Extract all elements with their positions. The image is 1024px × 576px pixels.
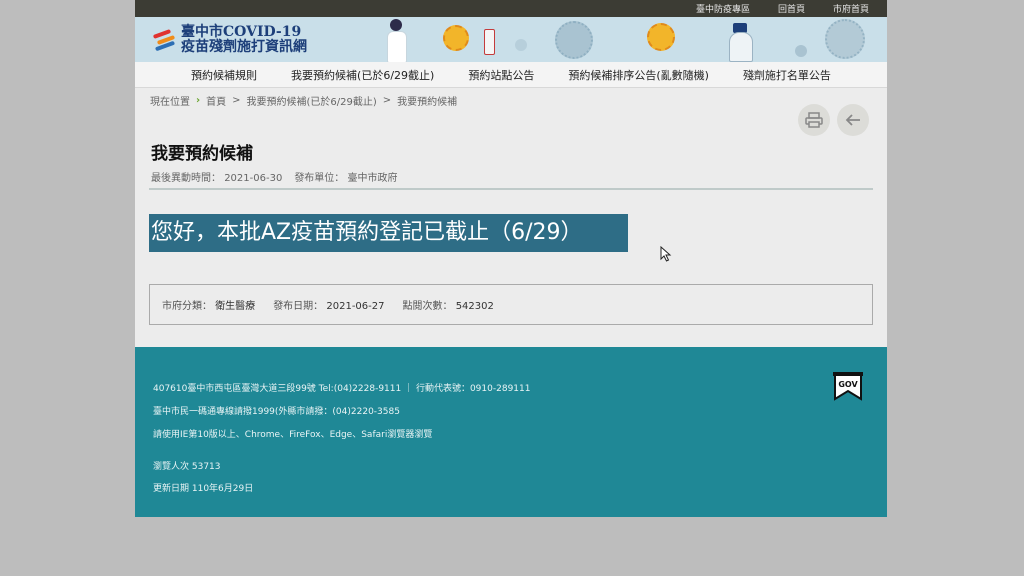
breadcrumb-separator: > [382,95,392,106]
doctor-illustration [725,23,755,62]
print-button[interactable] [798,104,830,136]
footer-visitor-count: 瀏覽人次 53713 [153,462,221,472]
webpage: 臺中防疫專區 回首頁 市府首頁 臺中市COVID-19 疫苗殘劑施打資訊網 預約… [135,0,887,517]
unit-label: 發布單位： [294,173,345,184]
virus-decoration-icon [795,45,807,57]
arrow-left-icon [845,114,860,126]
virus-decoration-icon [825,19,865,59]
vaccine-bottle-illustration [484,29,495,55]
article-info-box: 市府分類： 衛生醫療 發布日期： 2021-06-27 點閱次數： 542302 [149,284,873,325]
updated-value: 2021-06-30 [224,173,283,184]
unit-value: 臺中市政府 [347,173,398,184]
updated-label: 最後異動時間： [151,173,221,184]
link-epidemic-zone[interactable]: 臺中防疫專區 [696,2,750,15]
nav-order-announcement[interactable]: 預約候補排序公告(亂數隨機) [551,67,726,83]
divider [149,188,873,190]
site-title-line1: 臺中市COVID-19 [181,24,302,40]
virus-decoration-icon [443,25,469,51]
breadcrumb-separator: > [232,95,241,106]
nav-list-announcement[interactable]: 殘劑施打名單公告 [726,67,848,83]
virus-decoration-icon [647,23,675,51]
publish-date-value: 2021-06-27 [326,301,385,312]
mouse-cursor-icon [660,246,672,262]
back-button[interactable] [837,104,869,136]
views-value: 542302 [455,301,494,312]
breadcrumb-reserve-standby[interactable]: 我要預約候補(已於6/29截止) [247,93,377,108]
nav-site-announcement[interactable]: 預約站點公告 [451,67,551,83]
virus-decoration-icon [515,39,527,51]
virus-decoration-icon [555,21,593,59]
chevron-right-icon: › [196,95,201,106]
breadcrumb: 現在位置 › 首頁 > 我要預約候補(已於6/29截止) > 我要預約候補 [150,93,457,108]
breadcrumb-home[interactable]: 首頁 [206,93,226,108]
breadcrumb-label: 現在位置 [150,97,190,108]
category-value: 衛生醫療 [215,301,256,312]
site-title-line2: 疫苗殘劑施打資訊網 [181,39,307,55]
page-meta: 最後異動時間： 2021-06-30 發布單位： 臺中市政府 [151,169,398,184]
footer-address: 407610臺中市西屯區臺灣大道三段99號 Tel:(04)2228-9111 … [153,384,531,394]
site-logo[interactable]: 臺中市COVID-19 疫苗殘劑施打資訊網 [152,24,307,55]
link-city-home[interactable]: 市府首頁 [833,2,869,15]
gov-badge-text: GOV [838,380,858,389]
breadcrumb-current: 我要預約候補 [397,97,458,108]
page-title: 我要預約候補 [151,144,253,164]
gov-badge-icon[interactable]: GOV [832,371,864,401]
link-home[interactable]: 回首頁 [778,2,805,15]
category-label: 市府分類： [162,301,212,312]
nurse-illustration [385,19,407,62]
printer-icon [805,112,823,128]
views-label: 點閱次數： [402,301,453,312]
footer-update-date: 更新日期 110年6月29日 [153,484,254,494]
site-footer: 407610臺中市西屯區臺灣大道三段99號 Tel:(04)2228-9111 … [135,347,887,517]
publish-date-label: 發布日期： [273,301,324,312]
main-navigation: 預約候補規則 我要預約候補(已於6/29截止) 預約站點公告 預約候補排序公告(… [135,62,887,88]
nav-reservation-rules[interactable]: 預約候補規則 [174,67,274,83]
taichung-logo-icon [152,29,177,52]
nav-reserve-standby[interactable]: 我要預約候補(已於6/29截止) [274,67,451,83]
footer-hotline: 臺中市民一碼通專線請撥1999(外縣市請撥：(04)2220-3585 [153,407,400,417]
site-banner: 臺中市COVID-19 疫苗殘劑施打資訊網 [135,17,887,62]
footer-browser-note: 請使用IE第10版以上、Chrome、FireFox、Edge、Safari瀏覽… [153,430,433,440]
top-links-bar: 臺中防疫專區 回首頁 市府首頁 [135,0,887,17]
announcement-text: 您好，本批AZ疫苗預約登記已截止（6/29） [149,214,628,252]
